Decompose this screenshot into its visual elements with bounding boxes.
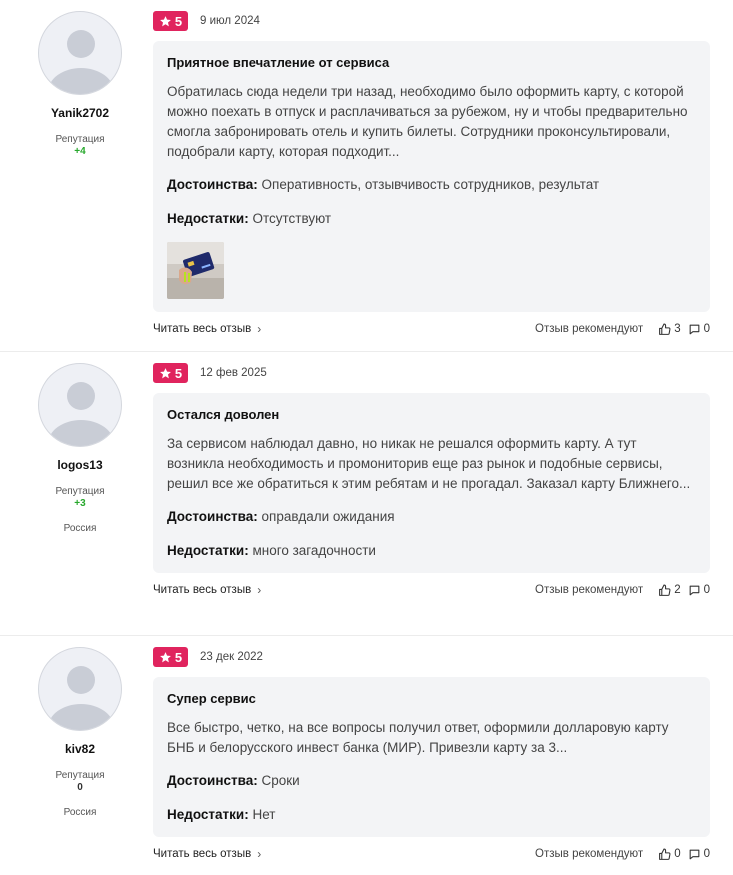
- avatar[interactable]: [38, 363, 122, 447]
- read-full-review-link[interactable]: Читать весь отзыв ›: [153, 322, 261, 336]
- like-button[interactable]: 2: [658, 584, 681, 597]
- comment-count: 0: [703, 584, 710, 596]
- review-date: 9 июл 2024: [200, 15, 260, 27]
- chevron-right-icon: ›: [257, 583, 262, 597]
- review-text: За сервисом наблюдал давно, но никак не …: [167, 436, 691, 491]
- review-cons: Недостатки: Отсутствуют: [167, 210, 696, 228]
- read-full-review-label: Читать весь отзыв: [153, 584, 252, 596]
- review-card: logos13 Репутация +3 Россия 5 12 фев 202…: [0, 352, 733, 636]
- comment-icon: [689, 324, 699, 334]
- username[interactable]: Yanik2702: [0, 106, 160, 120]
- reputation-label: Репутация: [55, 134, 105, 145]
- cons-text: Нет: [252, 807, 276, 822]
- pros-text: Оперативность, отзывчивость сотрудников,…: [261, 177, 600, 192]
- avatar[interactable]: [38, 647, 122, 731]
- reputation-label: Репутация: [55, 486, 105, 497]
- review-text: Все быстро, четко, на все вопросы получи…: [167, 720, 669, 755]
- cons-text: много загадочности: [252, 543, 376, 558]
- cons-text: Отсутствуют: [252, 211, 332, 226]
- comments-button[interactable]: 0: [688, 848, 710, 861]
- rating-value: 5: [174, 365, 183, 381]
- review-content: Супер сервис Все быстро, четко, на все в…: [153, 677, 710, 837]
- review-card: Yanik2702 Репутация +4 5 9 июл 2024 Прия…: [0, 0, 733, 352]
- review-cons: Недостатки: много загадочности: [167, 542, 696, 560]
- reviewer-info: logos13 Репутация +3 Россия: [0, 352, 160, 534]
- chevron-right-icon: ›: [257, 322, 262, 336]
- rating-badge: 5: [153, 647, 188, 667]
- cons-label: Недостатки:: [167, 807, 249, 822]
- rating-value: 5: [174, 649, 183, 665]
- user-country: Россия: [63, 523, 97, 534]
- review-content: Приятное впечатление от сервиса Обратила…: [153, 41, 710, 312]
- review-title[interactable]: Остался доволен: [167, 407, 696, 423]
- star-icon: [159, 367, 171, 378]
- username[interactable]: kiv82: [0, 742, 160, 756]
- comment-icon: [689, 849, 699, 859]
- cons-label: Недостатки:: [167, 543, 249, 558]
- rating-badge: 5: [153, 363, 188, 383]
- avatar[interactable]: [38, 11, 122, 95]
- comment-icon: [689, 585, 699, 595]
- star-icon: [159, 651, 171, 662]
- like-button[interactable]: 3: [658, 323, 681, 336]
- reputation-value: +3: [74, 498, 86, 509]
- reputation-value: +4: [74, 146, 86, 157]
- read-full-review-label: Читать весь отзыв: [153, 848, 252, 860]
- reputation-value: 0: [77, 782, 83, 793]
- read-full-review-label: Читать весь отзыв: [153, 323, 252, 335]
- review-title[interactable]: Супер сервис: [167, 691, 696, 707]
- review-date: 23 дек 2022: [200, 651, 263, 663]
- review-text: Обратилась сюда недели три назад, необхо…: [167, 84, 688, 159]
- rating-badge: 5: [153, 11, 188, 31]
- review-pros: Достоинства: Оперативность, отзывчивость…: [167, 176, 696, 194]
- thumbs-up-icon: [659, 848, 671, 860]
- reviewer-info: Yanik2702 Репутация +4: [0, 0, 160, 157]
- comments-button[interactable]: 0: [688, 323, 710, 336]
- review-title[interactable]: Приятное впечатление от сервиса: [167, 55, 696, 71]
- review-content: Остался доволен За сервисом наблюдал дав…: [153, 393, 710, 573]
- thumbs-up-icon: [659, 584, 671, 596]
- thumbs-up-icon: [659, 323, 671, 335]
- like-button[interactable]: 0: [658, 848, 681, 861]
- review-cons: Недостатки: Нет: [167, 806, 696, 824]
- cons-label: Недостатки:: [167, 211, 249, 226]
- like-count: 2: [674, 584, 681, 596]
- rating-value: 5: [174, 13, 183, 29]
- read-full-review-link[interactable]: Читать весь отзыв ›: [153, 583, 261, 597]
- star-icon: [159, 15, 171, 26]
- reputation-label: Репутация: [55, 770, 105, 781]
- recommend-label: Отзыв рекомендуют: [535, 584, 644, 596]
- review-pros: Достоинства: Сроки: [167, 772, 696, 790]
- pros-label: Достоинства:: [167, 773, 258, 788]
- recommend-label: Отзыв рекомендуют: [535, 323, 644, 335]
- like-count: 0: [674, 848, 681, 860]
- review-date: 12 фев 2025: [200, 367, 267, 379]
- recommend-label: Отзыв рекомендуют: [535, 848, 644, 860]
- read-full-review-link[interactable]: Читать весь отзыв ›: [153, 847, 261, 861]
- reviewer-info: kiv82 Репутация 0 Россия: [0, 636, 160, 818]
- review-pros: Достоинства: оправдали ожидания: [167, 508, 696, 526]
- pros-label: Достоинства:: [167, 509, 258, 524]
- comment-count: 0: [703, 323, 710, 335]
- review-photo-thumbnail[interactable]: [167, 242, 224, 299]
- pros-text: Сроки: [261, 773, 300, 788]
- review-card: kiv82 Репутация 0 Россия 5 23 дек 2022 С…: [0, 636, 733, 875]
- user-country: Россия: [63, 807, 97, 818]
- pros-text: оправдали ожидания: [261, 509, 395, 524]
- username[interactable]: logos13: [0, 458, 160, 472]
- like-count: 3: [674, 323, 681, 335]
- pros-label: Достоинства:: [167, 177, 258, 192]
- comment-count: 0: [703, 848, 710, 860]
- comments-button[interactable]: 0: [688, 584, 710, 597]
- chevron-right-icon: ›: [257, 847, 262, 861]
